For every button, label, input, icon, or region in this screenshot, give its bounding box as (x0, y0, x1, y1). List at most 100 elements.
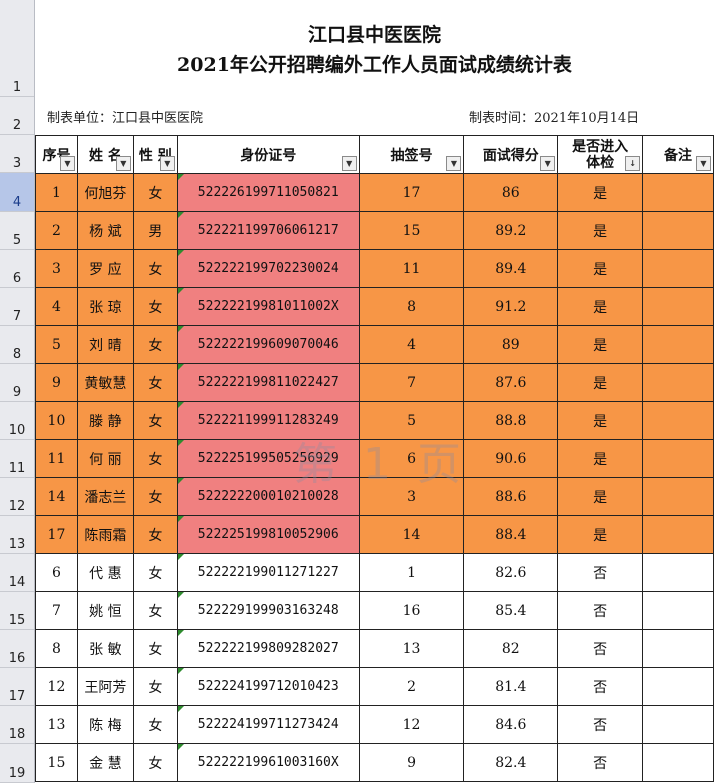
cell-lot[interactable]: 12 (358, 705, 465, 744)
cell-lot[interactable]: 1 (358, 553, 465, 592)
cell-gender[interactable]: 女 (132, 743, 178, 782)
cell-score[interactable]: 82.4 (463, 743, 559, 782)
cell-seq[interactable]: 9 (35, 363, 78, 402)
cell-seq[interactable]: 7 (35, 591, 78, 630)
cell-score[interactable]: 84.6 (463, 705, 559, 744)
cell-gender[interactable]: 女 (132, 363, 178, 402)
filter-dropdown-icon[interactable]: ▼ (341, 156, 357, 171)
cell-id[interactable]: 522222199702230024 (176, 249, 360, 288)
cell-gender[interactable]: 女 (132, 249, 178, 288)
row-number[interactable]: 13 (0, 516, 34, 554)
cell-name[interactable]: 姚 恒 (76, 591, 134, 630)
cell-name[interactable]: 何旭芬 (76, 173, 134, 212)
cell-exam[interactable]: 是 (557, 363, 644, 402)
cell-lot[interactable]: 15 (358, 211, 465, 250)
cell-lot[interactable]: 8 (358, 287, 465, 326)
cell-lot[interactable]: 14 (358, 515, 465, 554)
cell-seq[interactable]: 6 (35, 553, 78, 592)
cell-score[interactable]: 82.6 (463, 553, 559, 592)
cell-gender[interactable]: 女 (132, 173, 178, 212)
cell-seq[interactable]: 15 (35, 743, 78, 782)
cell-name[interactable]: 金 慧 (76, 743, 134, 782)
cell-name[interactable]: 王阿芳 (76, 667, 134, 706)
cell-score[interactable]: 89 (463, 325, 559, 364)
cell-seq[interactable]: 8 (35, 629, 78, 668)
cell-id[interactable]: 522222199811022427 (176, 363, 360, 402)
cell-exam[interactable]: 是 (557, 173, 644, 212)
cell-exam[interactable]: 是 (557, 249, 644, 288)
cell-exam[interactable]: 否 (557, 705, 644, 744)
cell-id[interactable]: 52222219981011002X (176, 287, 360, 326)
cell-note[interactable] (642, 363, 714, 402)
cell-score[interactable]: 81.4 (463, 667, 559, 706)
cell-name[interactable]: 陈 梅 (76, 705, 134, 744)
cell-score[interactable]: 89.2 (463, 211, 559, 250)
row-number[interactable]: 4 (0, 173, 34, 212)
sort-filter-icon[interactable]: ↓ (625, 156, 641, 171)
row-number[interactable]: 7 (0, 288, 34, 326)
cell-exam[interactable]: 是 (557, 477, 644, 516)
cell-seq[interactable]: 2 (35, 211, 78, 250)
cell-lot[interactable]: 16 (358, 591, 465, 630)
row-number[interactable]: 2 (0, 97, 34, 135)
cell-lot[interactable]: 9 (358, 743, 465, 782)
cell-gender[interactable]: 女 (132, 325, 178, 364)
cell-name[interactable]: 张 琼 (76, 287, 134, 326)
cell-id[interactable]: 52222219961003160X (176, 743, 360, 782)
cell-gender[interactable]: 女 (132, 553, 178, 592)
cell-exam[interactable]: 否 (557, 553, 644, 592)
cell-gender[interactable]: 男 (132, 211, 178, 250)
cell-gender[interactable]: 女 (132, 705, 178, 744)
cell-score[interactable]: 88.6 (463, 477, 559, 516)
cell-exam[interactable]: 是 (557, 287, 644, 326)
row-number[interactable]: 18 (0, 706, 34, 744)
cell-name[interactable]: 张 敏 (76, 629, 134, 668)
filter-dropdown-icon[interactable]: ▼ (159, 156, 175, 171)
cell-exam[interactable]: 是 (557, 439, 644, 478)
row-number[interactable]: 12 (0, 478, 34, 516)
row-number[interactable]: 1 (0, 0, 34, 97)
cell-score[interactable]: 87.6 (463, 363, 559, 402)
cell-note[interactable] (642, 629, 714, 668)
cell-lot[interactable]: 4 (358, 325, 465, 364)
row-number[interactable]: 15 (0, 592, 34, 630)
cell-gender[interactable]: 女 (132, 477, 178, 516)
cell-score[interactable]: 88.4 (463, 515, 559, 554)
cell-lot[interactable]: 5 (358, 401, 465, 440)
filter-dropdown-icon[interactable]: ▼ (115, 156, 131, 171)
cell-exam[interactable]: 否 (557, 591, 644, 630)
row-number[interactable]: 10 (0, 402, 34, 440)
cell-exam[interactable]: 否 (557, 743, 644, 782)
row-number[interactable]: 6 (0, 250, 34, 288)
cell-gender[interactable]: 女 (132, 629, 178, 668)
cell-note[interactable] (642, 705, 714, 744)
cell-note[interactable] (642, 287, 714, 326)
cell-note[interactable] (642, 173, 714, 212)
cell-name[interactable]: 代 惠 (76, 553, 134, 592)
row-number[interactable]: 3 (0, 135, 34, 173)
cell-note[interactable] (642, 743, 714, 782)
cell-seq[interactable]: 3 (35, 249, 78, 288)
cell-seq[interactable]: 17 (35, 515, 78, 554)
cell-name[interactable]: 黄敏慧 (76, 363, 134, 402)
row-number[interactable]: 19 (0, 744, 34, 783)
row-number[interactable]: 8 (0, 326, 34, 364)
cell-exam[interactable]: 是 (557, 401, 644, 440)
cell-note[interactable] (642, 591, 714, 630)
cell-gender[interactable]: 女 (132, 667, 178, 706)
cell-id[interactable]: 522229199903163248 (176, 591, 360, 630)
cell-seq[interactable]: 11 (35, 439, 78, 478)
row-number[interactable]: 14 (0, 554, 34, 592)
cell-id[interactable]: 522225199810052906 (176, 515, 360, 554)
cell-id[interactable]: 522225199505256929 (176, 439, 360, 478)
filter-dropdown-icon[interactable]: ▼ (540, 156, 556, 171)
cell-seq[interactable]: 4 (35, 287, 78, 326)
cell-score[interactable]: 88.8 (463, 401, 559, 440)
cell-name[interactable]: 滕 静 (76, 401, 134, 440)
cell-exam[interactable]: 否 (557, 629, 644, 668)
row-number[interactable]: 17 (0, 668, 34, 706)
cell-note[interactable] (642, 401, 714, 440)
cell-note[interactable] (642, 477, 714, 516)
cell-note[interactable] (642, 249, 714, 288)
cell-note[interactable] (642, 515, 714, 554)
